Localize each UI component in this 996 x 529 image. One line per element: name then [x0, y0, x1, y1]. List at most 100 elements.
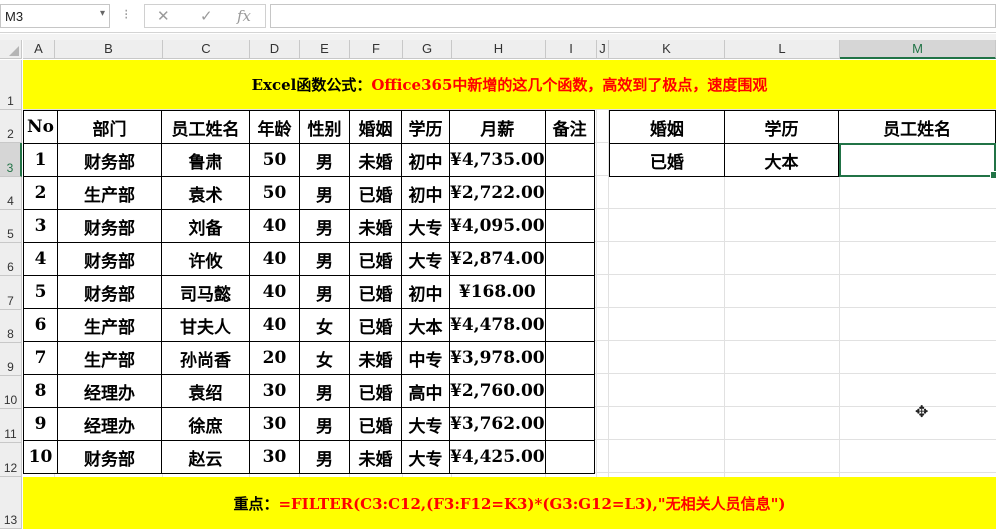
table-cell[interactable]: 50: [249, 143, 300, 177]
table-cell[interactable]: 大专: [401, 209, 450, 243]
table-cell[interactable]: 初中: [401, 143, 450, 177]
table-cell[interactable]: 40: [249, 209, 300, 243]
column-header-b[interactable]: B: [55, 40, 163, 59]
column-header-m[interactable]: M: [840, 40, 996, 59]
table-cell[interactable]: 已婚: [349, 242, 402, 276]
row-header-10[interactable]: 10: [0, 376, 22, 409]
table-cell[interactable]: 经理办: [57, 407, 162, 441]
table-cell[interactable]: 中专: [401, 341, 450, 375]
table-cell[interactable]: 8: [23, 374, 58, 408]
table-cell[interactable]: 财务部: [57, 209, 162, 243]
table-cell[interactable]: 男: [299, 209, 350, 243]
table-cell[interactable]: 未婚: [349, 440, 402, 474]
criteria-header-marital[interactable]: 婚姻: [609, 110, 725, 144]
enter-icon[interactable]: ✓: [200, 7, 213, 25]
row-header-1[interactable]: 1: [0, 60, 22, 110]
table-cell[interactable]: 孙尚香: [161, 341, 250, 375]
table-cell[interactable]: 5: [23, 275, 58, 309]
table-cell[interactable]: 男: [299, 176, 350, 210]
table-cell[interactable]: 未婚: [349, 143, 402, 177]
table-cell[interactable]: 女: [299, 341, 350, 375]
table-cell[interactable]: 1: [23, 143, 58, 177]
table-cell[interactable]: ¥2,874.00: [449, 242, 546, 276]
table-cell[interactable]: ¥3,978.00: [449, 341, 546, 375]
row-header-3[interactable]: 3: [0, 143, 22, 177]
table-cell[interactable]: 40: [249, 242, 300, 276]
table-cell[interactable]: 40: [249, 308, 300, 342]
column-header-cell[interactable]: 备注: [544, 110, 595, 144]
table-cell[interactable]: [544, 440, 595, 474]
column-header-cell[interactable]: 婚姻: [349, 110, 402, 144]
table-cell[interactable]: 男: [299, 407, 350, 441]
table-cell[interactable]: ¥4,478.00: [449, 308, 546, 342]
table-cell[interactable]: 7: [23, 341, 58, 375]
column-header-l[interactable]: L: [725, 40, 840, 59]
formula-input[interactable]: [270, 4, 996, 28]
table-cell[interactable]: [544, 275, 595, 309]
criteria-education-value[interactable]: 大本: [723, 143, 840, 177]
row-header-7[interactable]: 7: [0, 276, 22, 310]
column-header-f[interactable]: F: [350, 40, 403, 59]
table-cell[interactable]: 未婚: [349, 209, 402, 243]
table-cell[interactable]: ¥2,760.00: [449, 374, 546, 408]
table-cell[interactable]: 赵云: [161, 440, 250, 474]
table-cell[interactable]: 已婚: [349, 407, 402, 441]
table-cell[interactable]: 已婚: [349, 374, 402, 408]
table-cell[interactable]: 财务部: [57, 242, 162, 276]
table-cell[interactable]: 徐庶: [161, 407, 250, 441]
column-header-d[interactable]: D: [250, 40, 300, 59]
row-header-8[interactable]: 8: [0, 310, 22, 343]
table-cell[interactable]: 大专: [401, 242, 450, 276]
table-cell[interactable]: 高中: [401, 374, 450, 408]
column-header-i[interactable]: I: [546, 40, 597, 59]
row-header-12[interactable]: 12: [0, 443, 22, 477]
table-cell[interactable]: ¥168.00: [449, 275, 546, 309]
row-header-9[interactable]: 9: [0, 343, 22, 376]
column-header-k[interactable]: K: [609, 40, 725, 59]
table-cell[interactable]: [544, 407, 595, 441]
column-header-j[interactable]: J: [597, 40, 609, 59]
table-cell[interactable]: ¥4,735.00: [449, 143, 546, 177]
table-cell[interactable]: 已婚: [349, 308, 402, 342]
table-cell[interactable]: [544, 176, 595, 210]
table-cell[interactable]: ¥3,762.00: [449, 407, 546, 441]
row-header-2[interactable]: 2: [0, 110, 22, 143]
column-header-cell[interactable]: 部门: [57, 110, 162, 144]
table-cell[interactable]: 生产部: [57, 341, 162, 375]
table-cell[interactable]: 大本: [401, 308, 450, 342]
table-cell[interactable]: 财务部: [57, 440, 162, 474]
table-cell[interactable]: [544, 143, 595, 177]
row-header-6[interactable]: 6: [0, 243, 22, 276]
table-cell[interactable]: 3: [23, 209, 58, 243]
column-header-e[interactable]: E: [300, 40, 350, 59]
row-header-4[interactable]: 4: [0, 177, 22, 210]
table-cell[interactable]: 20: [249, 341, 300, 375]
column-header-g[interactable]: G: [403, 40, 452, 59]
column-header-c[interactable]: C: [163, 40, 250, 59]
table-cell[interactable]: 大专: [401, 440, 450, 474]
select-all-button[interactable]: [0, 40, 22, 59]
table-cell[interactable]: 9: [23, 407, 58, 441]
table-cell[interactable]: 许攸: [161, 242, 250, 276]
table-cell[interactable]: [544, 209, 595, 243]
table-cell[interactable]: 未婚: [349, 341, 402, 375]
table-cell[interactable]: [544, 341, 595, 375]
row-header-11[interactable]: 11: [0, 409, 22, 443]
table-cell[interactable]: 50: [249, 176, 300, 210]
column-header-cell[interactable]: 学历: [401, 110, 450, 144]
title-banner[interactable]: Excel函数公式： Office365中新增的这几个函数，高效到了极点，速度围…: [23, 60, 996, 109]
insert-function-icon[interactable]: fx: [237, 7, 251, 25]
table-cell[interactable]: 30: [249, 407, 300, 441]
column-header-cell[interactable]: 性别: [299, 110, 350, 144]
chevron-down-icon[interactable]: ▾: [100, 8, 105, 19]
table-cell[interactable]: 6: [23, 308, 58, 342]
table-cell[interactable]: 30: [249, 374, 300, 408]
table-cell[interactable]: 甘夫人: [161, 308, 250, 342]
table-cell[interactable]: 初中: [401, 275, 450, 309]
table-cell[interactable]: 4: [23, 242, 58, 276]
active-cell-outline[interactable]: [839, 143, 996, 179]
table-cell[interactable]: 男: [299, 242, 350, 276]
table-cell[interactable]: 财务部: [57, 275, 162, 309]
table-cell[interactable]: [544, 308, 595, 342]
column-header-h[interactable]: H: [452, 40, 546, 59]
